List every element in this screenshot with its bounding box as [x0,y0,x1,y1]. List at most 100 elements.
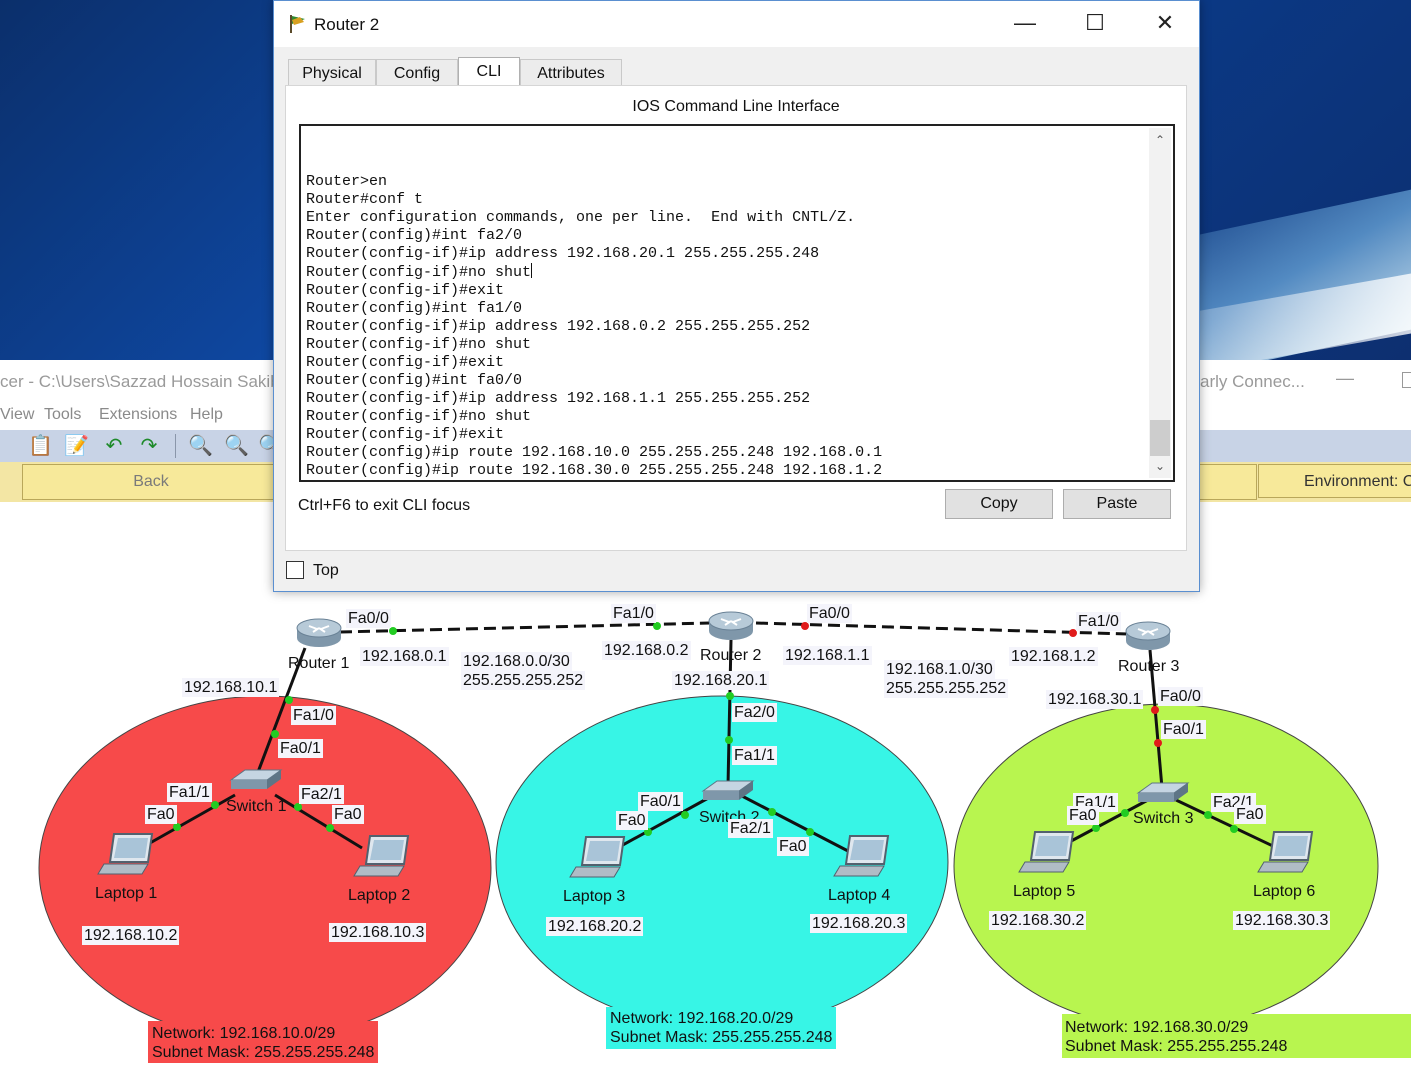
ip-label: 192.168.30.2 [989,911,1087,930]
lan3-network-label: Network: 192.168.30.0/29 [1065,1019,1249,1036]
link-down-dot [801,622,809,630]
port-label: Fa0/1 [1161,720,1206,739]
lan2-network-label: Network: 192.168.20.0/29 [610,1010,794,1027]
lan3-area [953,703,1379,1029]
cli-line: Router(config)#int fa2/0 [306,227,523,244]
cli-line: Router(config-if)#exit [306,354,505,371]
port-label: Fa0/0 [807,604,852,623]
tab-physical[interactable]: Physical [288,59,376,85]
link-up-dot [768,808,776,816]
router-icon[interactable] [296,618,342,647]
router3-label: Router 3 [1118,658,1180,675]
cli-line: Router(config-if)#ip address 192.168.20.… [306,245,820,262]
top-checkbox[interactable] [286,561,304,579]
link-up-dot [294,803,302,811]
laptop2-label: Laptop 2 [348,887,411,904]
tab-cli[interactable]: CLI [458,57,520,87]
ip-label: 192.168.30.3 [1233,911,1331,930]
tab-attributes[interactable]: Attributes [520,59,622,85]
copy-button[interactable]: Copy [945,489,1053,519]
cli-line: Router(config)#ip route 192.168.30.0 255… [306,462,883,479]
wan1-network-label: 192.168.0.0/30 [461,652,572,671]
packet-tracer-icon [290,15,305,33]
tab-config[interactable]: Config [376,59,458,85]
port-label: Fa1/1 [732,746,777,765]
port-label: Fa0 [332,805,364,824]
cli-heading: IOS Command Line Interface [632,98,840,115]
cli-line: Router(config-if)#no shut [306,336,532,353]
cli-line: Router(config)#int fa1/0 [306,300,523,317]
cli-scrollbar[interactable]: ⌃ ⌄ [1149,128,1171,478]
ip-label: 192.168.10.2 [82,926,180,945]
link-up-dot [726,692,734,700]
port-label: Fa1/1 [167,783,212,802]
port-label: Fa0 [777,837,809,856]
link-up-dot [806,828,814,836]
lan1-mask-label: Subnet Mask: 255.255.255.248 [152,1044,375,1061]
text-cursor [531,263,533,278]
link-up-dot [173,823,181,831]
laptop4-label: Laptop 4 [828,887,891,904]
dialog-titlebar[interactable] [274,1,1199,47]
ip-label: 192.168.0.1 [360,647,449,666]
port-label: Fa0/0 [1158,687,1203,706]
switch1-label: Switch 1 [226,798,287,815]
port-label: Fa0/0 [346,609,391,628]
router2-label: Router 2 [700,647,762,664]
cli-line: Router(config-if)#exit [306,282,505,299]
link-up-dot [653,622,661,630]
link-up-dot [271,730,279,738]
link-up-dot [1230,825,1238,833]
link-up-dot [211,801,219,809]
maximize-button[interactable]: ☐ [1072,5,1118,41]
link-up-dot [681,811,689,819]
ip-label: 192.168.10.1 [182,678,280,697]
ip-label: 192.168.20.2 [546,917,644,936]
laptop5-label: Laptop 5 [1013,883,1076,900]
ip-label: 192.168.10.3 [329,923,427,942]
ip-label: 192.168.1.1 [783,646,872,665]
port-label: Fa2/1 [728,819,773,838]
cli-terminal[interactable]: Router>en Router#conf t Enter configurat… [299,124,1175,482]
link-up-dot [1121,809,1129,817]
link-up-dot [389,627,397,635]
cli-line: Router(config-if)#no shut [306,408,532,425]
switch3-label: Switch 3 [1133,810,1194,827]
minimize-button[interactable]: — [1002,5,1048,41]
link-down-dot [1154,739,1162,747]
cli-line: Router#conf t [306,191,424,208]
top-checkbox-label: Top [313,562,339,579]
link-down-dot [1151,706,1159,714]
cli-line: Router(config)#int fa0/0 [306,372,523,389]
scroll-down-icon[interactable]: ⌄ [1149,456,1171,476]
ip-label: 192.168.20.1 [672,671,770,690]
port-label: Fa2/1 [299,785,344,804]
link-up-dot [1204,811,1212,819]
cli-line: Router(config-if)#ip address 192.168.0.2… [306,318,811,335]
lan2-mask-label: Subnet Mask: 255.255.255.248 [610,1029,833,1046]
cli-panel: IOS Command Line Interface Router>en Rou… [285,85,1187,551]
cli-line: Enter configuration commands, one per li… [306,209,856,226]
port-label: Fa0 [616,811,648,830]
link-up-dot [326,824,334,832]
scroll-up-icon[interactable]: ⌃ [1149,130,1171,150]
laptop1-label: Laptop 1 [95,885,158,902]
cli-line: Router(config-if)#no shut [306,264,532,281]
cli-line: Router>en [306,173,388,190]
cli-line: Router(config)#ip route 192.168.10.0 255… [306,444,883,461]
port-label: Fa0 [145,805,177,824]
paste-button[interactable]: Paste [1063,489,1171,519]
cli-output: Router>en Router#conf t Enter configurat… [306,173,882,480]
scroll-thumb[interactable] [1150,420,1170,456]
ip-label: 192.168.20.3 [810,914,908,933]
port-label: Fa1/0 [1076,612,1121,631]
ip-label: 192.168.1.2 [1009,647,1098,666]
dialog-title: Router 2 [314,15,380,34]
laptop3-label: Laptop 3 [563,888,626,905]
cli-line: Router(config-if)#exit [306,426,505,443]
router-icon[interactable] [708,611,754,640]
lan1-network-label: Network: 192.168.10.0/29 [152,1025,336,1042]
router-icon[interactable] [1125,621,1171,650]
close-button[interactable]: ✕ [1142,5,1188,41]
ip-label: 192.168.30.1 [1046,690,1144,709]
